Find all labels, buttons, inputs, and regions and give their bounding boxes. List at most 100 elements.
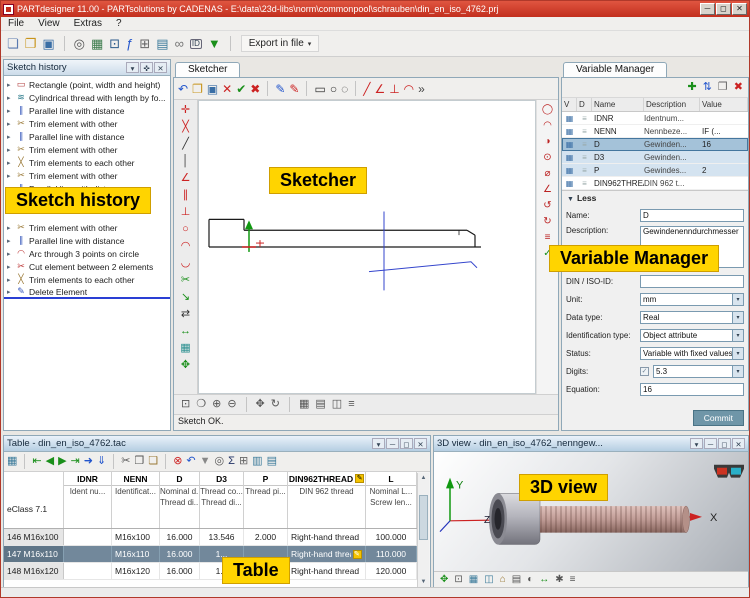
toolbar-icon[interactable]: [224, 34, 237, 54]
sketch-history-item[interactable]: ▸ ╳ Trim elements to each other: [4, 156, 170, 169]
save-sketch-icon[interactable]: ▣: [205, 80, 220, 98]
tab-sketcher[interactable]: Sketcher: [175, 62, 240, 77]
vertical-line-tool-icon[interactable]: │: [176, 153, 196, 169]
grid-toggle-icon[interactable]: ▦: [296, 395, 312, 415]
expand-arrow-icon[interactable]: ▸: [7, 146, 13, 154]
line-tool-icon[interactable]: ╱: [176, 136, 196, 152]
expand-arrow-icon[interactable]: ▸: [7, 81, 13, 89]
open-sketch-icon[interactable]: ❐: [190, 80, 205, 98]
sketch-history-item[interactable]: ▸ ∥ Parallel line with distance: [4, 130, 170, 143]
sketch-history-item[interactable]: ▸ ✂ Trim element with other: [4, 117, 170, 130]
link-icon[interactable]: ∞: [172, 34, 187, 54]
sketch-history-item[interactable]: ▸ ≋ Cylindrical thread with length by fo…: [4, 91, 170, 104]
toolbar-icon[interactable]: [350, 80, 361, 98]
vm-column-header[interactable]: Value: [700, 98, 748, 111]
D[interactable]: D ✎ Nominal d... Thread di...: [160, 472, 200, 528]
sketch-history-item[interactable]: ▸ ◠ Arc through 3 points on circle: [4, 247, 170, 260]
commit-button[interactable]: Commit: [693, 410, 744, 426]
import-export-icon[interactable]: ⇅: [700, 78, 715, 98]
scrollbar-thumb[interactable]: [419, 495, 428, 540]
circle-tool-icon[interactable]: ○: [328, 80, 339, 98]
toolbar-icon[interactable]: [19, 453, 30, 471]
din-iso-id-field[interactable]: [640, 275, 744, 288]
variable-row[interactable]: ▦ ≡ D3 Gewinden...: [562, 151, 748, 164]
variable-manager-icon[interactable]: ƒ: [123, 34, 136, 54]
calculator-icon[interactable]: ⊞: [136, 34, 153, 54]
arc-3-points-icon[interactable]: ◡: [176, 255, 196, 271]
table-row[interactable]: 147 M16x110 M16x110 16.000 1... Right-ha…: [4, 546, 417, 563]
tab-variable-manager[interactable]: Variable Manager: [563, 62, 667, 77]
sketch-history-item[interactable]: ▸ ✂ Trim element with other: [4, 169, 170, 182]
view-tool-icon[interactable]: [240, 395, 253, 415]
search-icon[interactable]: ◎: [213, 453, 227, 471]
snap-toggle-icon[interactable]: ▤: [312, 395, 328, 415]
minimize-icon[interactable]: ─: [704, 438, 717, 449]
expand-arrow-icon[interactable]: ▸: [7, 224, 13, 232]
open-icon[interactable]: ❐: [22, 34, 40, 54]
NENN[interactable]: NENN ✎ Identificat...: [112, 472, 160, 528]
goto-row-icon[interactable]: ➜: [82, 453, 95, 471]
cross-tool-icon[interactable]: ╳: [176, 119, 196, 135]
perpendicular-line-icon[interactable]: ⊥: [176, 204, 196, 220]
preview-icon[interactable]: ◎: [71, 34, 88, 54]
expand-arrow-icon[interactable]: ▸: [7, 250, 13, 258]
circle-constraint-icon[interactable]: ◯: [539, 102, 557, 117]
table-row[interactable]: 148 M16x120 M16x120 16.000 1... Right-ha…: [4, 563, 417, 580]
id-icon[interactable]: ID: [187, 34, 205, 54]
move-icon[interactable]: ✥: [176, 357, 196, 373]
new-icon[interactable]: ❏: [4, 34, 22, 54]
undo-icon[interactable]: ↶: [176, 80, 190, 98]
identification-type-select[interactable]: Object attribute ▾: [640, 329, 744, 342]
close-icon[interactable]: ✕: [414, 438, 427, 449]
trim-icon[interactable]: ✂: [176, 272, 196, 288]
zoom-fit-icon[interactable]: ⊡: [178, 395, 193, 415]
arc-constraint-icon[interactable]: ◠: [539, 118, 557, 133]
P[interactable]: P ✎ Thread pi...: [244, 472, 288, 528]
expand-arrow-icon[interactable]: ▸: [7, 107, 13, 115]
concentric-icon[interactable]: ⊙: [539, 150, 557, 165]
variable-row[interactable]: ▦ ≡ P Gewindes... 2: [562, 164, 748, 177]
scroll-up-icon[interactable]: ▲: [418, 473, 429, 483]
prev-row-icon[interactable]: ◀: [44, 453, 56, 471]
copy-icon[interactable]: ❐: [715, 78, 731, 98]
vm-column-header[interactable]: Description: [644, 98, 700, 111]
sketch-canvas[interactable]: [198, 100, 536, 394]
half-circle-icon[interactable]: ◑: [539, 134, 557, 149]
less-toggle[interactable]: ▼Less: [562, 191, 748, 206]
sketch-history-item[interactable]: ▸ ✂ Cut element between 2 elements: [4, 260, 170, 273]
zoom-in-icon[interactable]: ⊕: [209, 395, 224, 415]
sketcher-icon[interactable]: ⊡: [106, 34, 123, 54]
row-header[interactable]: 146 M16x100: [4, 529, 64, 545]
add-variable-icon[interactable]: ✚: [684, 78, 699, 98]
D3[interactable]: D3 ✎ Thread co... Thread di...: [200, 472, 244, 528]
append-row-icon[interactable]: ⇓: [95, 453, 108, 471]
toolbar-icon[interactable]: [262, 80, 273, 98]
circle-icon[interactable]: ○: [176, 221, 196, 237]
menu-item[interactable]: ?: [109, 18, 129, 29]
color-dropdown-icon[interactable]: ▼: [205, 34, 224, 54]
close-button[interactable]: ✕: [732, 3, 747, 15]
arc-icon[interactable]: ◠: [176, 238, 196, 254]
expand-arrow-icon[interactable]: ▸: [7, 288, 13, 296]
dimension-icon[interactable]: ↔: [176, 323, 196, 339]
row-header[interactable]: 147 M16x110: [4, 546, 64, 562]
toolbar-icon[interactable]: [108, 453, 119, 471]
toolbar-icon[interactable]: [301, 80, 312, 98]
table-icon[interactable]: ▦: [5, 453, 19, 471]
diameter-icon[interactable]: ⌀: [539, 166, 557, 181]
sketch-history-item[interactable]: ▸ ✎ Delete Element: [4, 286, 170, 299]
arc-tool-icon[interactable]: ◠: [402, 80, 416, 98]
delete-icon[interactable]: ✕: [220, 80, 234, 98]
grid-icon[interactable]: ▦: [176, 340, 196, 356]
expand-arrow-icon[interactable]: ▸: [7, 133, 13, 141]
vm-column-header[interactable]: Name: [592, 98, 644, 111]
expand-arrow-icon[interactable]: ▸: [7, 94, 13, 102]
columns-icon[interactable]: ▥: [250, 453, 264, 471]
line-tool-icon[interactable]: ╱: [361, 80, 372, 98]
perpendicular-tool-icon[interactable]: ⊥: [387, 80, 401, 98]
sketch-history-item[interactable]: ▸ ╳ Trim elements to each other: [4, 273, 170, 286]
chevron-down-icon[interactable]: ▾: [126, 62, 139, 73]
calc-icon[interactable]: ⊞: [237, 453, 250, 471]
3d-viewport[interactable]: X Y Z: [434, 452, 748, 571]
vm-column-header[interactable]: D: [577, 98, 592, 111]
